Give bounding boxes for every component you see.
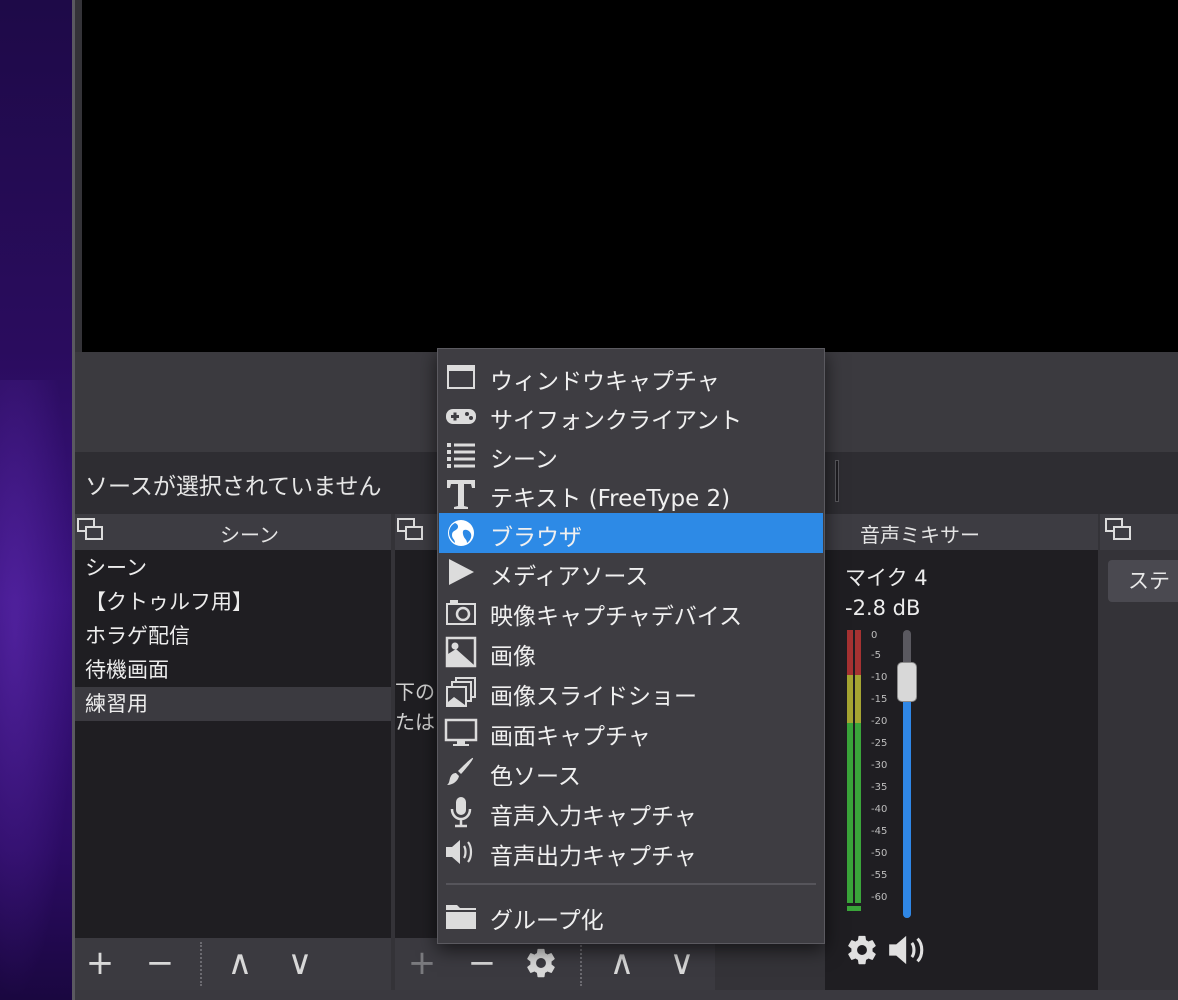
monitor-icon [444,715,478,749]
menu-item-audio-output-capture[interactable]: 音声出力キャプチャ [439,832,823,872]
volume-fader-knob[interactable] [897,662,917,702]
preview-canvas[interactable] [82,0,1178,352]
menu-item-image[interactable]: 画像 [439,632,823,672]
gear-icon[interactable] [524,946,558,980]
move-scene-down-button[interactable]: ∨ [280,940,320,986]
volume-fader-fill [903,690,911,918]
footer-divider [580,942,582,986]
scene-list-item-selected[interactable]: 練習用 [75,687,391,721]
folder-icon [444,899,478,933]
level-meter-red [847,630,853,675]
source-empty-hint: たは [395,710,435,734]
move-source-up-button[interactable]: ∧ [602,940,642,986]
gear-icon[interactable] [845,933,879,967]
add-source-button[interactable]: + [402,940,442,986]
gamepad-icon [444,399,478,433]
remove-source-button[interactable]: − [462,940,502,986]
meter-tick: -5 [871,650,881,661]
scene-list-item[interactable]: 待機画面 [75,653,391,687]
speaker-icon[interactable] [885,933,933,967]
text-icon [444,477,478,511]
add-source-context-menu: ウィンドウキャプチャ サイフォンクライアント シーン テキスト (FreeTyp… [437,348,825,944]
no-source-selected-label: ソースが選択されていません [85,474,382,500]
move-scene-up-button[interactable]: ∧ [220,940,260,986]
brush-icon [444,755,478,789]
menu-item-media-source[interactable]: メディアソース [439,552,823,592]
menu-item-window-capture[interactable]: ウィンドウキャプチャ [439,357,823,397]
menu-item-syphon-client[interactable]: サイフォンクライアント [439,396,823,436]
desktop-background [0,0,74,1000]
mixer-dock-title: 音声ミキサー [860,523,980,547]
meter-tick: -15 [871,694,888,705]
slideshow-icon [444,675,478,709]
undock-icon[interactable] [1105,518,1133,544]
meter-tick: 0 [871,630,878,641]
start-streaming-button[interactable]: ステ [1108,560,1178,602]
level-meter-yellow [847,675,853,723]
meter-tick: -25 [871,738,888,749]
level-meter-green [847,723,853,903]
mixer-channel-volume-db: -2.8 dB [845,596,921,620]
peak-indicator [847,906,861,911]
list-icon [444,438,478,472]
move-source-down-button[interactable]: ∨ [662,940,702,986]
meter-tick: -10 [871,672,888,683]
undock-icon[interactable] [77,518,105,544]
menu-item-browser[interactable]: ブラウザ [439,513,823,553]
scene-list-item[interactable]: シーン [75,551,391,585]
menu-item-image-slideshow[interactable]: 画像スライドショー [439,672,823,712]
scene-list-item[interactable]: 【クトゥルフ用】 [75,585,391,619]
menu-item-color-source[interactable]: 色ソース [439,752,823,792]
footer-divider [200,942,202,986]
speaker-icon [444,835,478,869]
globe-icon [444,516,478,550]
menu-item-display-capture[interactable]: 画面キャプチャ [439,712,823,752]
menu-item-group[interactable]: グループ化 [439,896,823,936]
meter-tick: -40 [871,804,888,815]
play-icon [444,555,478,589]
meter-tick: -20 [871,716,888,727]
remove-scene-button[interactable]: − [140,940,180,986]
splitter-handle[interactable] [835,460,839,502]
level-meter-red [855,630,861,675]
menu-item-text-freetype[interactable]: テキスト (FreeType 2) [439,474,823,514]
microphone-icon [444,795,478,829]
meter-tick: -50 [871,848,888,859]
source-empty-hint: 下の [395,680,435,704]
scenes-dock-title: シーン [220,523,279,547]
window-icon [444,360,478,394]
camera-icon [444,595,478,629]
meter-tick: -55 [871,870,888,881]
level-meter-yellow [855,675,861,723]
scene-list-item[interactable]: ホラゲ配信 [75,619,391,653]
meter-tick: -60 [871,892,888,903]
menu-item-audio-input-capture[interactable]: 音声入力キャプチャ [439,792,823,832]
meter-tick: -45 [871,826,888,837]
undock-icon[interactable] [397,518,425,544]
mixer-channel-name: マイク 4 [845,566,928,590]
add-scene-button[interactable]: + [80,940,120,986]
meter-tick: -30 [871,760,888,771]
level-meter-green [855,723,861,903]
menu-item-video-capture-device[interactable]: 映像キャプチャデバイス [439,592,823,632]
status-bar [75,990,1178,1000]
image-icon [444,635,478,669]
menu-separator [446,883,816,885]
meter-tick: -35 [871,782,888,793]
menu-item-scene[interactable]: シーン [439,435,823,475]
